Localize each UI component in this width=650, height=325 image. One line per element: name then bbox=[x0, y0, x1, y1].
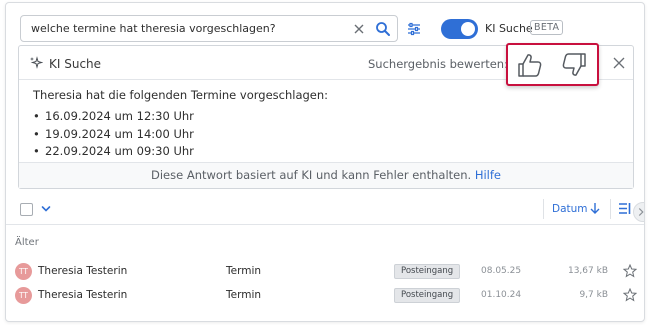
beta-badge: BETA bbox=[530, 20, 564, 35]
row-subject: Termin bbox=[226, 265, 262, 277]
star-icon[interactable] bbox=[623, 288, 637, 302]
ai-answer-list: • 16.09.2024 um 12:30 Uhr • 19.09.2024 um … bbox=[33, 108, 194, 161]
search-icon[interactable] bbox=[375, 21, 391, 37]
divider bbox=[610, 199, 611, 219]
rate-result-label: Suchergebnis bewerten: bbox=[368, 57, 508, 71]
folder-badge: Posteingang bbox=[394, 288, 461, 303]
list-item: • 19.09.2024 um 14:00 Uhr bbox=[33, 126, 194, 141]
row-subject: Termin bbox=[226, 289, 262, 301]
arrow-down-icon[interactable] bbox=[589, 202, 601, 215]
row-size: 13,67 kB bbox=[567, 266, 608, 276]
clear-icon[interactable] bbox=[351, 21, 367, 37]
row-sender: Theresia Testerin bbox=[38, 289, 128, 301]
rating-buttons-highlight bbox=[506, 43, 599, 86]
table-row[interactable]: TT Theresia Testerin Termin Posteingang … bbox=[6, 284, 644, 308]
list-view-icon[interactable] bbox=[618, 202, 632, 215]
help-link[interactable]: Hilfe bbox=[475, 168, 501, 182]
close-icon[interactable] bbox=[612, 56, 626, 70]
table-row[interactable]: TT Theresia Testerin Termin Posteingang … bbox=[6, 260, 644, 284]
ai-answer-panel: KI Suche Suchergebnis bewerten: Theresia… bbox=[18, 43, 634, 189]
star-icon[interactable] bbox=[623, 264, 637, 278]
sparkle-icon bbox=[30, 56, 43, 69]
ki-search-toggle[interactable] bbox=[441, 19, 478, 39]
thumbs-down-icon[interactable] bbox=[560, 51, 588, 79]
group-label-older: Älter bbox=[15, 237, 39, 248]
ai-answer-intro: Theresia hat die folgenden Termine vorge… bbox=[33, 88, 329, 102]
row-date: 01.10.24 bbox=[481, 290, 522, 300]
divider bbox=[543, 199, 544, 219]
list-item: • 22.09.2024 um 09:30 Uhr bbox=[33, 144, 194, 158]
ai-panel-title: KI Suche bbox=[49, 57, 102, 71]
list-toolbar: Datum bbox=[6, 193, 644, 225]
disclaimer-text: Diese Antwort basiert auf KI und kann Fe… bbox=[150, 168, 472, 182]
avatar: TT bbox=[15, 287, 32, 304]
search-query[interactable]: welche termine hat theresia vorgeschlage… bbox=[31, 22, 276, 35]
mail-window: welche termine hat theresia vorgeschlage… bbox=[5, 2, 645, 322]
ki-search-toggle-label: KI Suche bbox=[485, 22, 533, 35]
row-date: 08.05.25 bbox=[481, 266, 522, 276]
avatar: TT bbox=[15, 263, 32, 280]
folder-badge: Posteingang bbox=[394, 264, 461, 279]
chevron-down-icon[interactable] bbox=[40, 203, 52, 215]
ai-disclaimer: Diese Antwort basiert auf KI und kann Fe… bbox=[19, 162, 633, 188]
sort-by-date-button[interactable]: Datum bbox=[552, 203, 588, 215]
ai-panel-header: KI Suche Suchergebnis bewerten: bbox=[19, 43, 633, 86]
select-all-checkbox[interactable] bbox=[20, 203, 33, 216]
search-input[interactable]: welche termine hat theresia vorgeschlage… bbox=[20, 15, 398, 42]
list-item: • 16.09.2024 um 12:30 Uhr bbox=[33, 109, 194, 123]
row-size: 9,7 kB bbox=[579, 290, 608, 300]
filter-settings-icon[interactable] bbox=[406, 21, 422, 37]
row-sender: Theresia Testerin bbox=[38, 265, 128, 277]
thumbs-up-icon[interactable] bbox=[516, 51, 544, 79]
